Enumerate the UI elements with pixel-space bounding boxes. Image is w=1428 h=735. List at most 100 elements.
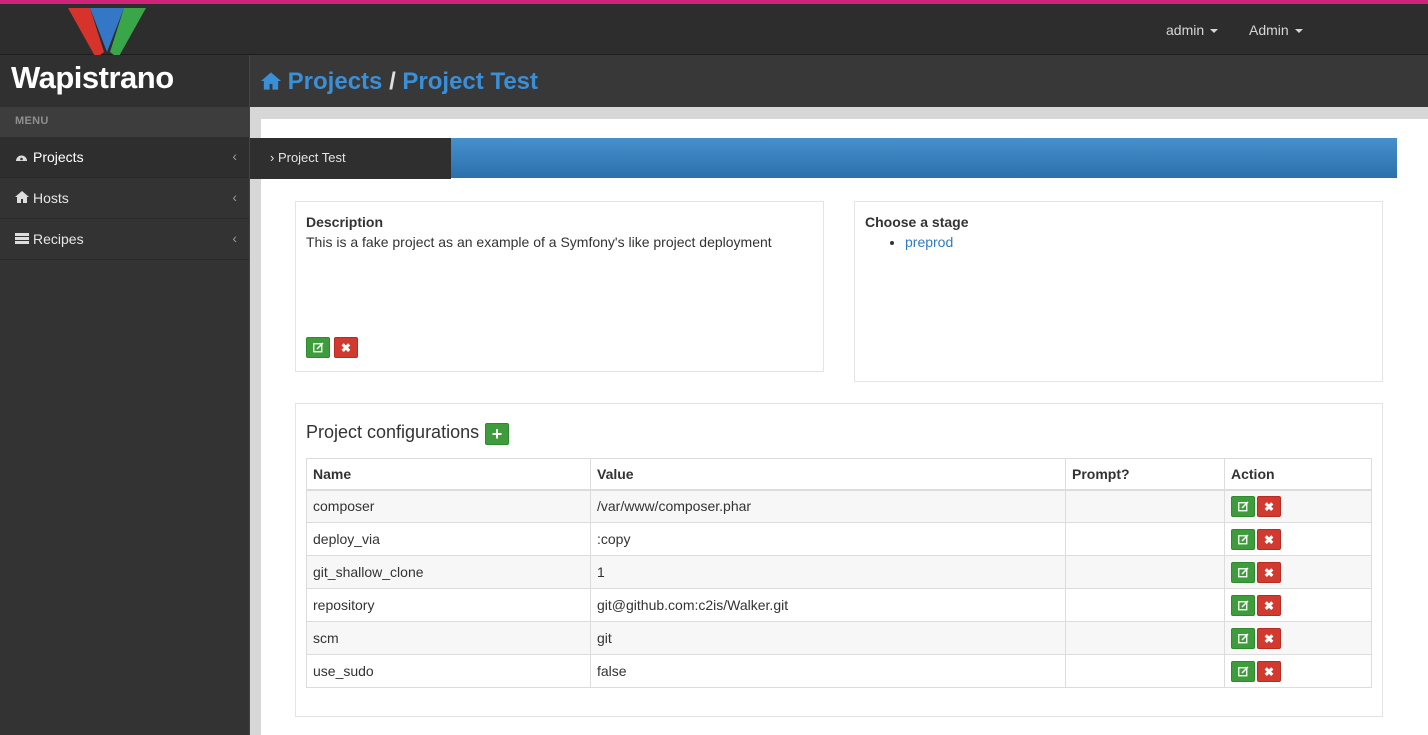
table-row: scm git ✖ (306, 621, 1372, 655)
edit-config-button[interactable] (1231, 561, 1255, 583)
cell-actions: ✖ (1224, 489, 1372, 523)
chevron-left-icon: ‹ (232, 230, 237, 246)
cell-actions: ✖ (1224, 654, 1372, 688)
cell-value: 1 (590, 555, 1066, 589)
edit-icon (312, 342, 324, 353)
cell-name: git_shallow_clone (306, 555, 591, 589)
caret-down-icon (1294, 29, 1303, 34)
close-icon: ✖ (1263, 598, 1275, 613)
delete-config-button[interactable]: ✖ (1257, 660, 1281, 682)
delete-config-button[interactable]: ✖ (1257, 495, 1281, 517)
close-icon: ✖ (340, 341, 351, 355)
user-dropdown-label: admin (1166, 22, 1205, 38)
edit-icon (1237, 632, 1249, 643)
chevron-left-icon: ‹ (232, 148, 237, 164)
close-icon: ✖ (1263, 565, 1275, 580)
admin-dropdown-label: Admin (1249, 22, 1289, 38)
column-header-name: Name (306, 458, 591, 491)
config-title: Project configurations (306, 422, 480, 442)
stage-list: preprod (865, 234, 1372, 250)
close-icon: ✖ (1263, 664, 1275, 679)
description-box: Description This is a fake project as an… (295, 201, 824, 372)
stage-link-preprod[interactable]: preprod (905, 234, 953, 250)
cell-value: git (590, 621, 1066, 655)
breadcrumb-projects-link[interactable]: Projects (288, 68, 383, 95)
cell-value: false (590, 654, 1066, 688)
cell-prompt (1065, 654, 1225, 688)
content-area: › Project Test Description This is a fak… (250, 107, 1428, 735)
sidebar-item-hosts[interactable]: Hosts ‹ (0, 178, 249, 219)
add-configuration-button[interactable]: + (484, 423, 509, 446)
cell-name: scm (306, 621, 591, 655)
edit-config-button[interactable] (1231, 627, 1255, 649)
table-row: git_shallow_clone 1 ✖ (306, 555, 1372, 589)
edit-icon (1237, 501, 1249, 512)
cell-actions: ✖ (1224, 522, 1372, 556)
sidebar-item-projects[interactable]: Projects ‹ (0, 137, 249, 178)
edit-config-button[interactable] (1231, 594, 1255, 616)
stage-box: Choose a stage preprod (854, 201, 1383, 382)
cell-actions: ✖ (1224, 588, 1372, 622)
app-logo-text: Wapistrano (11, 60, 174, 95)
content-panel: › Project Test Description This is a fak… (250, 119, 1428, 735)
delete-config-button[interactable]: ✖ (1257, 627, 1281, 649)
edit-icon (1237, 599, 1249, 610)
description-text: This is a fake project as an example of … (306, 234, 772, 250)
edit-icon (1237, 533, 1249, 544)
table-row: repository git@github.com:c2is/Walker.gi… (306, 588, 1372, 622)
cell-value: git@github.com:c2is/Walker.git (590, 588, 1066, 622)
top-navbar: admin Admin (0, 0, 1428, 58)
column-header-action: Action (1224, 458, 1372, 491)
cell-prompt (1065, 555, 1225, 589)
table-row: use_sudo false ✖ (306, 654, 1372, 688)
user-dropdown[interactable]: admin (1166, 22, 1219, 38)
delete-project-button[interactable]: ✖ (333, 337, 358, 358)
column-header-value: Value (590, 458, 1066, 491)
edit-icon (1237, 566, 1249, 577)
edit-icon (1237, 665, 1249, 676)
description-title: Description (306, 214, 384, 230)
sidebar-item-label: Recipes (33, 231, 84, 247)
chevron-left-icon: ‹ (232, 189, 237, 205)
list-item: preprod (905, 234, 1372, 250)
breadcrumb[interactable]: › Project Test (250, 138, 451, 179)
admin-dropdown[interactable]: Admin (1249, 22, 1303, 38)
close-icon: ✖ (1263, 499, 1275, 514)
delete-config-button[interactable]: ✖ (1257, 594, 1281, 616)
cell-actions: ✖ (1224, 555, 1372, 589)
cell-prompt (1065, 489, 1225, 523)
home-icon (261, 72, 281, 90)
cell-prompt (1065, 522, 1225, 556)
sidebar-item-recipes[interactable]: Recipes ‹ (0, 219, 249, 260)
logo-area[interactable]: Wapistrano (0, 55, 249, 107)
delete-config-button[interactable]: ✖ (1257, 561, 1281, 583)
cell-name: composer (306, 489, 591, 523)
plus-icon: + (491, 424, 503, 445)
sidebar-item-label: Projects (33, 149, 84, 165)
breadcrumb-project-link[interactable]: Project Test (402, 68, 538, 95)
home-icon (15, 191, 30, 206)
sidebar: Wapistrano MENU Projects ‹ Hosts ‹ Recip… (0, 55, 249, 735)
list-icon (15, 232, 30, 247)
table-row: composer /var/www/composer.phar ✖ (306, 489, 1372, 523)
cell-name: repository (306, 588, 591, 622)
stage-title: Choose a stage (865, 214, 969, 230)
menu-title: MENU (0, 107, 249, 137)
cell-prompt (1065, 588, 1225, 622)
cell-name: deploy_via (306, 522, 591, 556)
configurations-box: Project configurations + Name Value Prom… (295, 403, 1383, 717)
wapistrano-logo-icon (68, 8, 146, 58)
edit-config-button[interactable] (1231, 528, 1255, 550)
close-icon: ✖ (1263, 532, 1275, 547)
delete-config-button[interactable]: ✖ (1257, 528, 1281, 550)
dashboard-icon (15, 150, 30, 165)
column-header-prompt: Prompt? (1065, 458, 1225, 491)
edit-project-button[interactable] (306, 337, 330, 358)
cell-actions: ✖ (1224, 621, 1372, 655)
edit-config-button[interactable] (1231, 660, 1255, 682)
caret-down-icon (1210, 29, 1219, 34)
edit-config-button[interactable] (1231, 495, 1255, 517)
breadcrumb-separator: / (389, 68, 396, 95)
cell-name: use_sudo (306, 654, 591, 688)
page-header: Projects / Project Test (250, 55, 1428, 107)
